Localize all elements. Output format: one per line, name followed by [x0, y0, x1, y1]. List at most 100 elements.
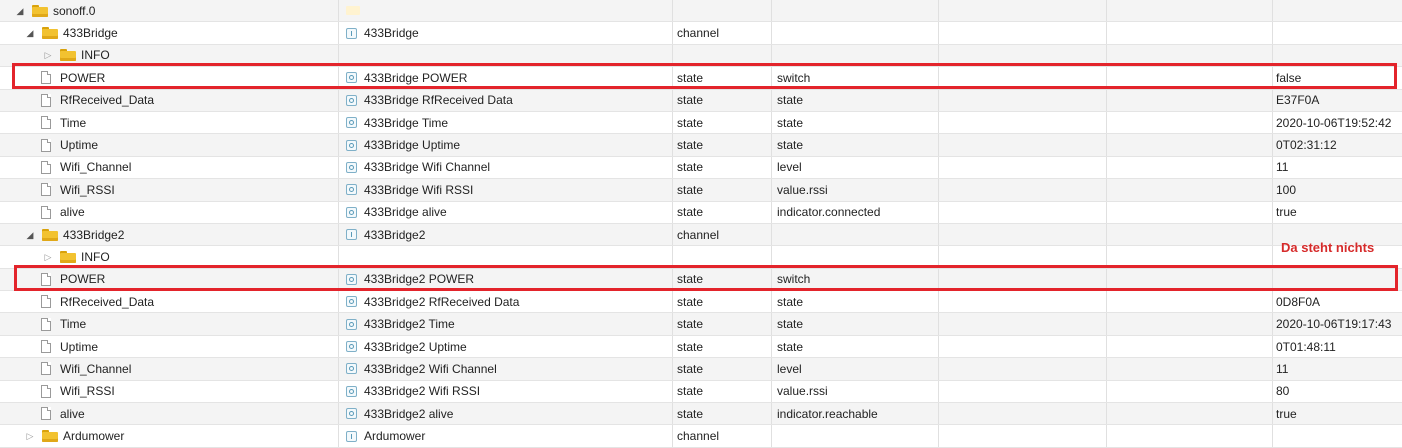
table-row[interactable]: ▷ INFO	[0, 246, 1402, 269]
function-cell[interactable]	[1106, 0, 1272, 21]
title-cell[interactable]	[338, 0, 672, 21]
role-cell[interactable]	[771, 22, 938, 43]
type-cell[interactable]: state	[672, 358, 771, 379]
name-cell[interactable]: Wifi_RSSI	[0, 381, 338, 402]
room-cell[interactable]	[938, 0, 1106, 21]
value-cell[interactable]: 2020-10-06T19:17:43	[1272, 313, 1402, 334]
type-cell[interactable]: channel	[672, 22, 771, 43]
role-cell[interactable]: level	[771, 358, 938, 379]
role-cell[interactable]: state	[771, 90, 938, 111]
table-row[interactable]: Time 433Bridge2 Time state state 2020-10-06T…	[0, 313, 1402, 336]
title-cell[interactable]: 433Bridge2 alive	[338, 403, 672, 424]
room-cell[interactable]	[938, 134, 1106, 155]
table-row[interactable]: RfReceived_Data 433Bridge2 RfReceived Dat…	[0, 291, 1402, 314]
name-cell[interactable]: ◢ 433Bridge2	[0, 224, 338, 245]
title-cell[interactable]: 433Bridge2 Uptime	[338, 336, 672, 357]
name-cell[interactable]: ▷ INFO	[0, 45, 338, 66]
value-cell[interactable]: true	[1272, 403, 1402, 424]
room-cell[interactable]	[938, 358, 1106, 379]
room-cell[interactable]	[938, 157, 1106, 178]
room-cell[interactable]	[938, 246, 1106, 267]
type-cell[interactable]: state	[672, 157, 771, 178]
value-cell[interactable]: 11	[1272, 157, 1402, 178]
name-cell[interactable]: POWER	[0, 67, 338, 88]
name-cell[interactable]: Uptime	[0, 336, 338, 357]
name-cell[interactable]: Wifi_RSSI	[0, 179, 338, 200]
value-cell[interactable]: true	[1272, 202, 1402, 223]
table-row[interactable]: Wifi_RSSI 433Bridge2 Wifi RSSI state value.…	[0, 380, 1402, 404]
title-cell[interactable]: 433Bridge2 Wifi RSSI	[338, 381, 672, 402]
table-row[interactable]: alive 433Bridge alive state indicator.conne…	[0, 201, 1402, 224]
value-cell[interactable]	[1272, 425, 1402, 446]
table-row[interactable]: Wifi_Channel 433Bridge Wifi Channel state l…	[0, 156, 1402, 180]
function-cell[interactable]	[1106, 336, 1272, 357]
room-cell[interactable]	[938, 269, 1106, 290]
name-cell[interactable]: Wifi_Channel	[0, 157, 338, 178]
expand-icon[interactable]: ▷	[42, 49, 54, 61]
expand-icon[interactable]: ▷	[42, 251, 54, 263]
function-cell[interactable]	[1106, 358, 1272, 379]
value-cell[interactable]	[1272, 45, 1402, 66]
table-row[interactable]: ◢ 433Bridge2 433Bridge2 channel	[0, 223, 1402, 247]
title-cell[interactable]: 433Bridge alive	[338, 202, 672, 223]
function-cell[interactable]	[1106, 45, 1272, 66]
name-cell[interactable]: RfReceived_Data	[0, 90, 338, 111]
table-row[interactable]: Uptime 433Bridge Uptime state state 0T02:31:…	[0, 134, 1402, 157]
table-row[interactable]: ◢ sonoff.0	[0, 0, 1402, 23]
name-cell[interactable]: Time	[0, 313, 338, 334]
room-cell[interactable]	[938, 179, 1106, 200]
type-cell[interactable]: state	[672, 112, 771, 133]
title-cell[interactable]: 433Bridge2 RfReceived Data	[338, 291, 672, 312]
value-cell[interactable]	[1272, 22, 1402, 43]
collapse-icon[interactable]: ◢	[14, 5, 26, 17]
function-cell[interactable]	[1106, 22, 1272, 43]
name-cell[interactable]: ▷ INFO	[0, 246, 338, 267]
value-cell[interactable]: false	[1272, 67, 1402, 88]
function-cell[interactable]	[1106, 269, 1272, 290]
type-cell[interactable]: state	[672, 90, 771, 111]
role-cell[interactable]: value.rssi	[771, 381, 938, 402]
function-cell[interactable]	[1106, 67, 1272, 88]
role-cell[interactable]: state	[771, 336, 938, 357]
title-cell[interactable]: 433Bridge Wifi RSSI	[338, 179, 672, 200]
type-cell[interactable]	[672, 0, 771, 21]
role-cell[interactable]	[771, 246, 938, 267]
function-cell[interactable]	[1106, 425, 1272, 446]
name-cell[interactable]: Uptime	[0, 134, 338, 155]
value-cell[interactable]	[1272, 0, 1402, 21]
table-row[interactable]: ▷ INFO	[0, 44, 1402, 68]
title-cell[interactable]	[338, 246, 672, 267]
name-cell[interactable]: alive	[0, 202, 338, 223]
role-cell[interactable]	[771, 0, 938, 21]
role-cell[interactable]: value.rssi	[771, 179, 938, 200]
role-cell[interactable]: state	[771, 291, 938, 312]
role-cell[interactable]: switch	[771, 269, 938, 290]
function-cell[interactable]	[1106, 224, 1272, 245]
role-cell[interactable]: switch	[771, 67, 938, 88]
value-cell[interactable]: 100	[1272, 179, 1402, 200]
value-cell[interactable]: E37F0A	[1272, 90, 1402, 111]
table-row[interactable]: Wifi_Channel 433Bridge2 Wifi Channel state…	[0, 358, 1402, 381]
room-cell[interactable]	[938, 90, 1106, 111]
room-cell[interactable]	[938, 67, 1106, 88]
type-cell[interactable]: state	[672, 134, 771, 155]
collapse-icon[interactable]: ◢	[24, 27, 36, 39]
title-cell[interactable]: 433Bridge2	[338, 224, 672, 245]
table-row[interactable]: Time 433Bridge Time state state 2020-10-06T1…	[0, 111, 1402, 135]
role-cell[interactable]	[771, 224, 938, 245]
title-cell[interactable]: 433Bridge2 Wifi Channel	[338, 358, 672, 379]
table-row[interactable]: ▷ Ardumower Ardumower channel	[0, 425, 1402, 448]
title-cell[interactable]: 433Bridge POWER	[338, 67, 672, 88]
role-cell[interactable]: state	[771, 112, 938, 133]
table-row[interactable]: alive 433Bridge2 alive state indicator.reac…	[0, 403, 1402, 426]
type-cell[interactable]: channel	[672, 224, 771, 245]
table-row[interactable]: RfReceived_Data 433Bridge RfReceived Data…	[0, 89, 1402, 112]
type-cell[interactable]	[672, 45, 771, 66]
room-cell[interactable]	[938, 22, 1106, 43]
table-row[interactable]: POWER 433Bridge POWER state switch false	[0, 67, 1402, 90]
function-cell[interactable]	[1106, 112, 1272, 133]
room-cell[interactable]	[938, 45, 1106, 66]
type-cell[interactable]: state	[672, 313, 771, 334]
function-cell[interactable]	[1106, 157, 1272, 178]
type-cell[interactable]: state	[672, 336, 771, 357]
